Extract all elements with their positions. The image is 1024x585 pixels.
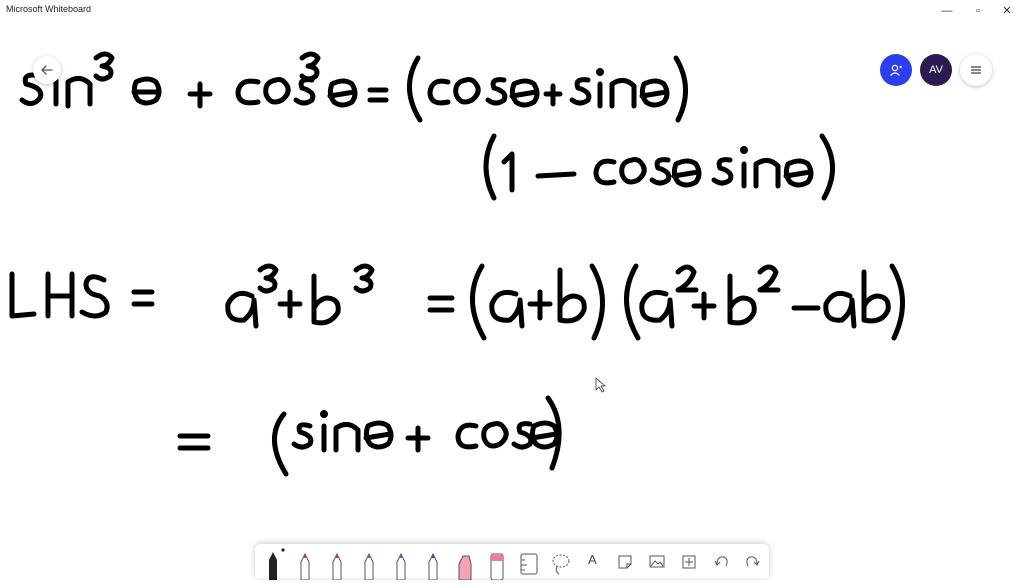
pen-icon xyxy=(269,548,285,580)
close-button[interactable]: ✕ xyxy=(990,0,1024,22)
redo-icon xyxy=(746,556,760,567)
close-icon: ✕ xyxy=(1002,5,1012,17)
undo-button[interactable] xyxy=(707,546,735,576)
arrow-left-icon xyxy=(41,65,53,75)
eraser-icon xyxy=(490,553,504,581)
redo-button[interactable] xyxy=(739,546,767,576)
insert-tool[interactable] xyxy=(675,546,703,576)
ruler[interactable] xyxy=(515,546,543,576)
pen-green[interactable] xyxy=(355,546,383,581)
pen-red[interactable] xyxy=(291,546,319,581)
avatar-initials: AV xyxy=(929,64,943,76)
text-icon: A xyxy=(588,552,597,567)
ink-line-4 xyxy=(177,395,562,477)
mouse-cursor xyxy=(595,377,607,393)
pen-icon xyxy=(396,552,406,581)
image-icon xyxy=(649,555,665,568)
ink-toolbar: A xyxy=(255,544,769,581)
whiteboard-canvas[interactable] xyxy=(0,22,1024,542)
person-add-icon xyxy=(890,64,902,76)
pen-icon xyxy=(332,552,342,581)
back-button[interactable] xyxy=(33,56,61,84)
lasso-icon xyxy=(552,554,570,575)
pen-blue[interactable] xyxy=(387,546,415,581)
pen-darkblue[interactable] xyxy=(419,546,447,581)
add-icon xyxy=(682,555,696,569)
sticky-note-tool[interactable] xyxy=(611,546,639,576)
lasso-select[interactable] xyxy=(547,546,575,576)
hamburger-menu-icon xyxy=(971,66,981,74)
pen-icon xyxy=(428,552,438,581)
pen-icon xyxy=(300,552,310,581)
restore-icon: ▫ xyxy=(976,5,980,17)
sticky-note-icon xyxy=(618,555,632,569)
text-tool[interactable]: A xyxy=(579,546,607,576)
highlighter-icon xyxy=(458,555,472,581)
eraser[interactable] xyxy=(483,546,511,581)
pen-icon xyxy=(364,552,374,581)
app-title: Microsoft Whiteboard xyxy=(6,4,92,14)
avatar[interactable]: AV xyxy=(920,54,952,86)
menu-button[interactable] xyxy=(960,54,992,86)
ink-line-3 xyxy=(9,263,905,341)
undo-icon xyxy=(714,556,728,567)
pen-magenta[interactable] xyxy=(323,546,351,581)
minimize-icon: — xyxy=(941,5,953,17)
ruler-icon xyxy=(520,553,538,575)
ink-line-1 xyxy=(19,51,689,123)
ink-line-2 xyxy=(483,133,835,201)
highlighter[interactable] xyxy=(451,546,479,581)
pen-black[interactable] xyxy=(259,546,287,580)
image-tool[interactable] xyxy=(643,546,671,576)
minimize-button[interactable]: — xyxy=(930,0,964,22)
title-bar: Microsoft Whiteboard — ▫ ✕ xyxy=(0,0,1024,22)
invite-button[interactable] xyxy=(880,54,912,86)
